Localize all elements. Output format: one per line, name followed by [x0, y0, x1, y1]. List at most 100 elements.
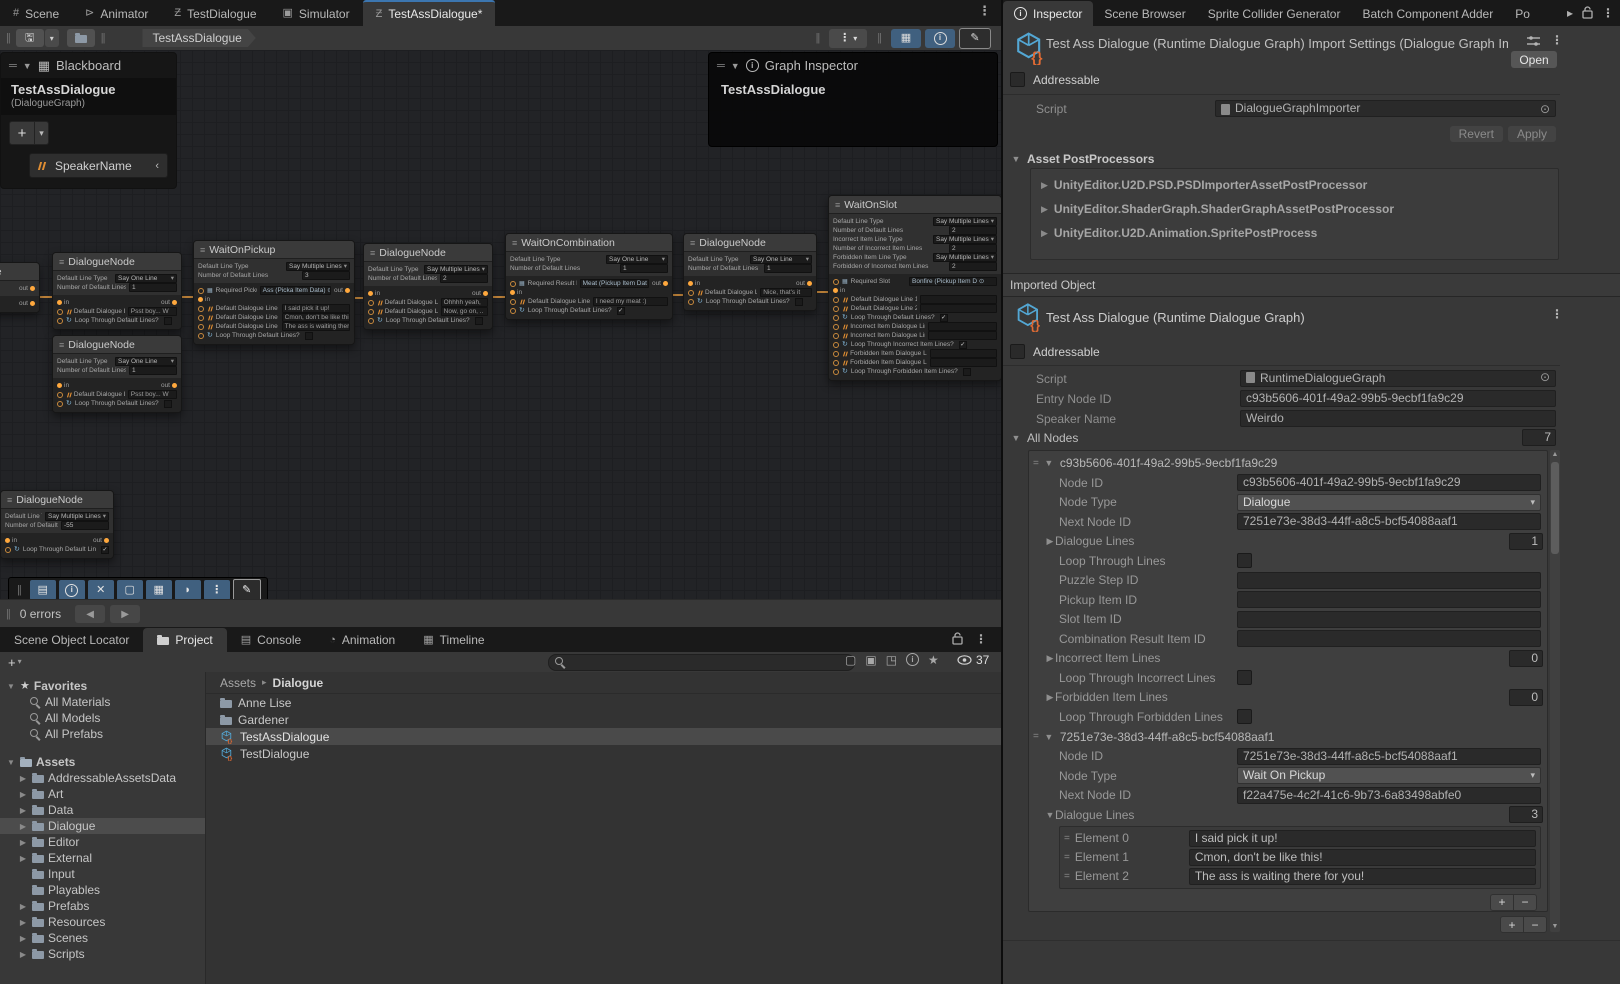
checkbox[interactable] [1237, 670, 1252, 685]
value-port[interactable] [198, 288, 204, 294]
value-port[interactable] [510, 299, 516, 305]
out-port[interactable] [663, 281, 668, 286]
drag-handle-icon[interactable]: = [1033, 731, 1038, 742]
node-number-field[interactable]: 1 [129, 283, 177, 292]
graph-edge[interactable] [491, 296, 506, 298]
in-port[interactable] [688, 281, 693, 286]
tree-item-scripts[interactable]: ▶Scripts [0, 946, 205, 962]
value-port[interactable] [368, 318, 374, 324]
graph-node-startnode[interactable]: StartNode out out [0, 262, 40, 313]
apply-button[interactable]: Apply [1508, 126, 1556, 142]
object-kebab-icon[interactable] [1551, 308, 1563, 320]
value-port[interactable] [510, 281, 516, 287]
graph-tool-tools-button[interactable] [88, 580, 114, 599]
dropdown[interactable]: Wait On Pickup▾ [1237, 767, 1541, 784]
blackboard-property-speakername[interactable]: SpeakerName ‹ [29, 153, 168, 178]
tree-item-external[interactable]: ▶External [0, 850, 205, 866]
node-dropdown[interactable]: Say One Line▾ [115, 274, 177, 283]
node-title[interactable]: DialogueNode [1, 491, 113, 509]
in-port[interactable] [368, 291, 373, 296]
project-kebab-icon[interactable] [975, 632, 987, 645]
node-title[interactable]: DialogueNode [53, 336, 181, 354]
object-picker-icon[interactable] [1536, 371, 1550, 383]
expand-property-icon[interactable]: ‹ [155, 160, 159, 172]
node-number-field[interactable]: 1 [620, 264, 668, 273]
breadcrumb-root[interactable]: Assets [220, 676, 256, 690]
value-port[interactable] [833, 306, 839, 312]
tree-item-scenes[interactable]: ▶Scenes [0, 930, 205, 946]
text-field[interactable] [1237, 611, 1541, 628]
in-port[interactable] [5, 538, 10, 543]
breadcrumb-current[interactable]: Dialogue [273, 676, 324, 690]
tab-testdialogue[interactable]: TestDialogue [161, 1, 269, 26]
all-nodes-count[interactable]: 7 [1522, 429, 1556, 446]
field-entry-node-id[interactable]: c93b5606-401f-49a2-99b5-9ecbf1fa9c29 [1240, 390, 1556, 407]
node-number-field[interactable]: 1 [129, 366, 177, 375]
collapse-icon[interactable]: ▼ [731, 61, 740, 71]
toggle-graph-inspector-button[interactable] [925, 29, 955, 48]
text-field[interactable]: c93b5606-401f-49a2-99b5-9ecbf1fa9c29 [1237, 474, 1541, 491]
search-by-label-icon[interactable] [886, 654, 897, 666]
object-field[interactable]: Meat (Pickup Item Dat ⊙ [580, 279, 649, 288]
checkbox[interactable] [1237, 553, 1252, 568]
value-port[interactable] [198, 324, 204, 330]
graph-tool-win-button[interactable] [117, 580, 143, 599]
graph-node-dialoguenode[interactable]: DialogueNode Default Line TypeSay Multip… [363, 243, 493, 330]
value-port[interactable] [833, 333, 839, 339]
postprocessor-unityeditor-u2d-psd-psdimporterassetpostprocessor[interactable]: ▶UnityEditor.U2D.PSD.PSDImporterAssetPos… [1031, 173, 1558, 197]
count-field[interactable]: 3 [1509, 806, 1543, 823]
node-dropdown[interactable]: Say One Line▾ [750, 255, 812, 264]
drag-handle-icon[interactable]: = [1033, 458, 1038, 469]
in-port[interactable] [57, 383, 62, 388]
count-field[interactable]: 0 [1509, 689, 1543, 706]
tab-simulator[interactable]: Simulator [270, 1, 363, 26]
tree-item-all-materials[interactable]: All Materials [0, 694, 205, 710]
graph-tool-info-button[interactable] [59, 580, 85, 599]
add-property-dropdown-icon[interactable]: ▾ [35, 121, 49, 145]
graph-node-waitonslot[interactable]: WaitOnSlot Default Line TypeSay Multiple… [828, 195, 1001, 381]
add-node-button[interactable]: + [1501, 917, 1523, 932]
value-port[interactable] [833, 351, 839, 357]
save-dropdown-icon[interactable]: ▾ [45, 29, 59, 47]
save-search-icon[interactable] [845, 654, 856, 666]
graph-node-waitoncombination[interactable]: WaitOnCombination Default Line TypeSay O… [505, 233, 673, 320]
tab-bar-kebab-icon[interactable] [978, 4, 991, 17]
tree-item-dialogue[interactable]: ▶Dialogue [0, 818, 205, 834]
field-script[interactable]: RuntimeDialogueGraph [1240, 370, 1556, 387]
tab-scene[interactable]: Scene [0, 1, 72, 26]
addressable-checkbox[interactable] [1010, 72, 1025, 87]
node-checkbox[interactable]: ✓ [617, 307, 625, 315]
postprocessor-unityeditor-shadergraph-shadergraphassetpostprocessor[interactable]: ▶UnityEditor.ShaderGraph.ShaderGraphAsse… [1031, 197, 1558, 221]
info-icon[interactable] [906, 653, 919, 666]
create-asset-button[interactable]: + [8, 655, 22, 670]
dialogue-line-field[interactable] [920, 295, 997, 304]
drag-handle-icon[interactable]: = [1064, 852, 1069, 863]
foldout-dialogue-lines[interactable]: ▼Dialogue Lines3 [1033, 805, 1543, 825]
dialogue-line-field[interactable] [928, 331, 997, 340]
tab-animator[interactable]: Animator [72, 1, 161, 26]
node-dropdown[interactable]: Say Multiple Lines▾ [933, 253, 997, 262]
dialogue-line-field[interactable]: I said pick it up! [282, 304, 350, 313]
node-title[interactable]: DialogueNode [684, 234, 816, 252]
object-field[interactable]: Ass (Picka Item Data) ⊙ [260, 286, 331, 295]
script-field[interactable]: DialogueGraphImporter [1215, 100, 1556, 117]
node-checkbox[interactable] [963, 368, 971, 376]
tab-po[interactable]: Po [1504, 1, 1541, 26]
tree-item-resources[interactable]: ▶Resources [0, 914, 205, 930]
text-field[interactable] [1237, 591, 1541, 608]
out-port[interactable] [30, 286, 35, 291]
node-title[interactable]: DialogueNode [53, 253, 181, 271]
node-title[interactable]: WaitOnPickup [194, 241, 354, 259]
value-port[interactable] [688, 290, 694, 296]
favorite-search-icon[interactable] [928, 654, 939, 666]
show-in-project-button[interactable] [67, 29, 95, 47]
node-dropdown[interactable]: Say One Line▾ [115, 357, 177, 366]
value-port[interactable] [833, 369, 839, 375]
tree-item-all-models[interactable]: All Models [0, 710, 205, 726]
node-number-field[interactable]: 2 [440, 274, 488, 283]
node-number-field[interactable]: 3 [302, 271, 350, 280]
tab-scroll-arrow-icon[interactable] [1567, 7, 1573, 19]
value-port[interactable] [833, 342, 839, 348]
text-field[interactable]: 7251e73e-38d3-44ff-a8c5-bcf54088aaf1 [1237, 748, 1541, 765]
scroll-up-icon[interactable]: ▲ [1550, 450, 1560, 460]
